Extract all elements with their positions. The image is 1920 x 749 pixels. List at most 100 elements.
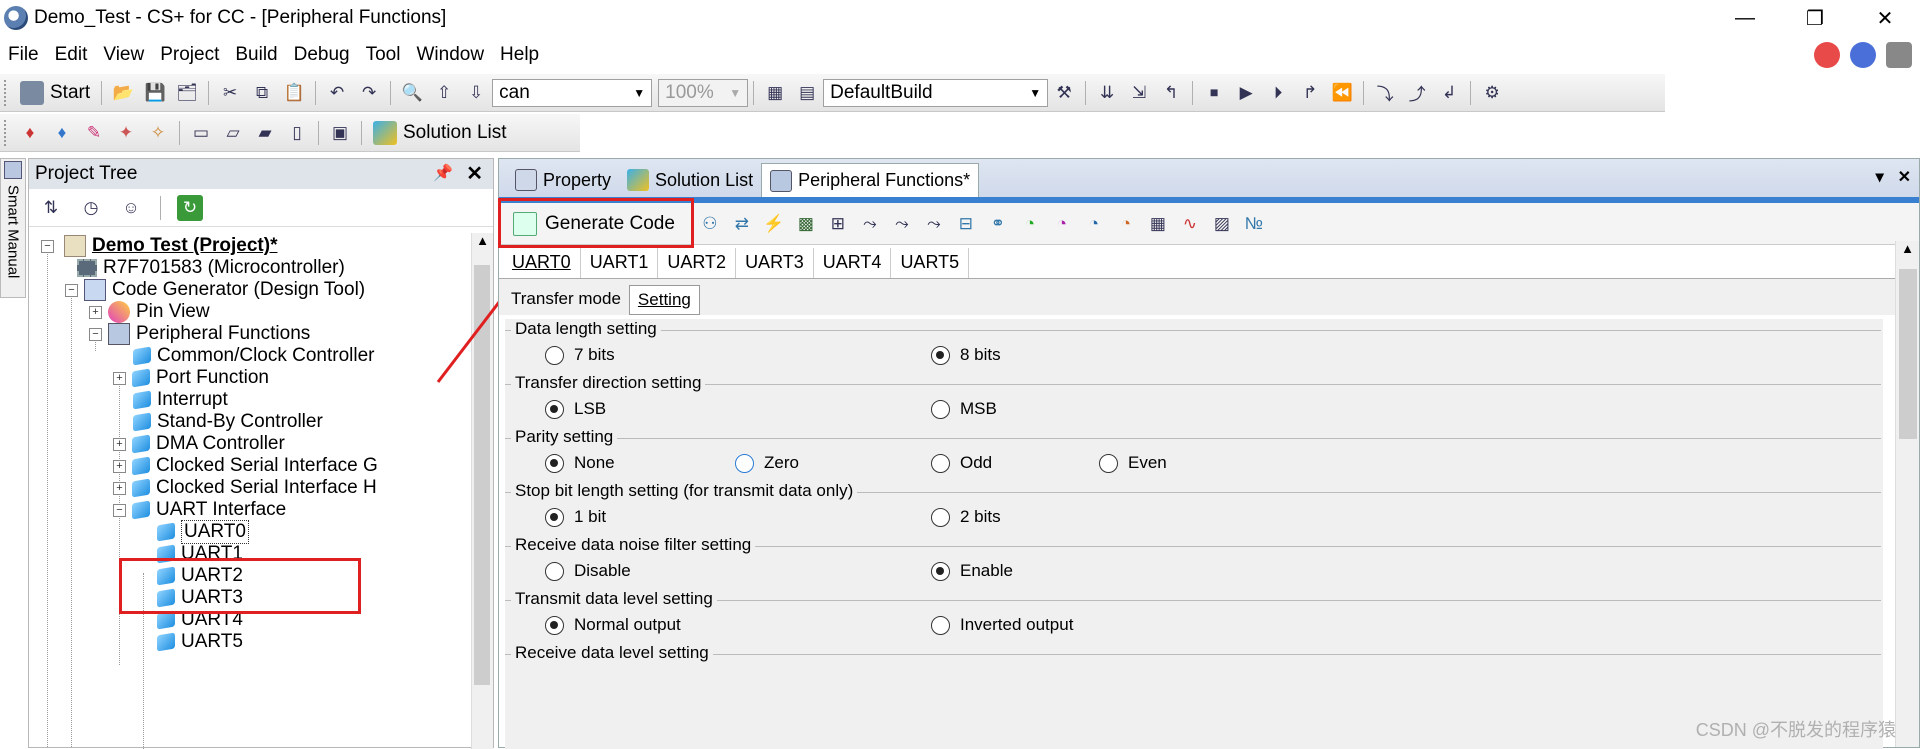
build-config-combo[interactable]: DefaultBuild ▼ <box>823 79 1048 107</box>
tab-uart3[interactable]: UART3 <box>736 248 814 278</box>
indent-icon[interactable]: ▰ <box>252 120 278 146</box>
wave-icon[interactable]: ∿ <box>1177 211 1203 237</box>
user-icon[interactable]: ☺ <box>118 195 144 221</box>
redo-icon[interactable]: ↷ <box>356 80 382 106</box>
serial2-icon[interactable]: ⤳ <box>889 211 915 237</box>
outdent-icon[interactable]: ▯ <box>284 120 310 146</box>
tab-peripheral-functions[interactable]: Peripheral Functions* <box>761 163 979 197</box>
step-in-icon[interactable]: ⤵ <box>1372 80 1398 106</box>
tab-property[interactable]: Property <box>507 163 619 197</box>
menu-debug[interactable]: Debug <box>286 44 358 66</box>
collapse-icon[interactable]: − <box>41 240 54 253</box>
menu-window[interactable]: Window <box>408 44 492 66</box>
expand-icon[interactable]: + <box>113 438 126 451</box>
save-all-icon[interactable]: 🗂 <box>174 80 200 106</box>
smart-manual-tab[interactable]: Smart Manual <box>0 158 26 298</box>
tab-uart4[interactable]: UART4 <box>814 248 892 278</box>
sort-icon[interactable]: ⇅ <box>38 195 64 221</box>
close-icon[interactable]: ✕ <box>466 161 483 186</box>
restart-icon[interactable]: ↰ <box>1158 80 1184 106</box>
off-icon[interactable] <box>1886 42 1912 68</box>
close-button[interactable]: ✕ <box>1850 0 1920 36</box>
open-icon[interactable]: 📂 <box>110 80 136 106</box>
radio-inverted-output[interactable]: Inverted output <box>931 615 1073 635</box>
step-out-icon[interactable]: ⤴ <box>1404 80 1430 106</box>
window-icon[interactable]: ▣ <box>327 120 353 146</box>
interrupt-icon[interactable]: ⚡ <box>761 211 787 237</box>
reset-icon[interactable]: ⚙ <box>1479 80 1505 106</box>
debug-icon[interactable]: ⇲ <box>1126 80 1152 106</box>
collapse-icon[interactable]: − <box>113 504 126 517</box>
tree-node-uart5[interactable]: UART5 <box>157 629 243 655</box>
radio-odd[interactable]: Odd <box>931 453 992 473</box>
menu-edit[interactable]: Edit <box>47 44 96 66</box>
radio-none[interactable]: None <box>545 453 615 473</box>
run-icon[interactable]: ▶ <box>1233 80 1259 106</box>
stop-icon[interactable]: ⏹ <box>1201 80 1227 106</box>
paste-icon[interactable]: 📋 <box>281 80 307 106</box>
menu-help[interactable]: Help <box>492 44 547 66</box>
refresh-icon[interactable]: ↻ <box>177 195 203 221</box>
expand-icon[interactable]: + <box>113 460 126 473</box>
nav-forward-icon[interactable]: ♦ <box>49 120 75 146</box>
timer4-icon[interactable]: ◔ <box>1113 211 1139 237</box>
uncomment-icon[interactable]: ▱ <box>220 120 246 146</box>
toolbar-grip[interactable] <box>4 120 8 146</box>
tab-uart5[interactable]: UART5 <box>891 248 969 278</box>
close-icon[interactable]: ✕ <box>1898 167 1911 187</box>
find-icon[interactable]: 🔍 <box>399 80 425 106</box>
panel-menu-icon[interactable]: ▾ <box>1876 167 1884 187</box>
collapse-icon[interactable]: − <box>65 284 78 297</box>
rewind-icon[interactable]: ⏪ <box>1329 80 1355 106</box>
adc-icon[interactable]: ▨ <box>1209 211 1235 237</box>
expand-icon[interactable]: + <box>89 306 102 319</box>
return-icon[interactable]: ↲ <box>1436 80 1462 106</box>
serial3-icon[interactable]: ⤳ <box>921 211 947 237</box>
download-icon[interactable]: ⇊ <box>1094 80 1120 106</box>
radio-7-bits[interactable]: 7 bits <box>545 345 615 365</box>
number-icon[interactable]: № <box>1241 211 1267 237</box>
copy-icon[interactable]: ⧉ <box>249 80 275 106</box>
collapse-icon[interactable]: − <box>89 328 102 341</box>
radio-lsb[interactable]: LSB <box>545 399 606 419</box>
bookmark-next-icon[interactable]: ✦ <box>113 120 139 146</box>
timer2-icon[interactable]: ◔ <box>1049 211 1075 237</box>
scroll-up-icon[interactable]: ▲ <box>472 233 493 255</box>
bookmark-icon[interactable]: ✎ <box>81 120 107 146</box>
clock-tree-icon[interactable]: ⚇ <box>697 211 723 237</box>
start-button[interactable]: Start <box>14 81 96 105</box>
serial-icon[interactable]: ⤳ <box>857 211 883 237</box>
step-icon[interactable]: ⏵ <box>1265 80 1291 106</box>
scroll-up-icon[interactable]: ▲ <box>1896 241 1919 256</box>
help-icon[interactable] <box>1850 42 1876 68</box>
table-icon[interactable]: ▦ <box>1145 211 1171 237</box>
chip-icon[interactable]: ▩ <box>793 211 819 237</box>
radio-normal-output[interactable]: Normal output <box>545 615 681 635</box>
comment-icon[interactable]: ▭ <box>188 120 214 146</box>
step-over-icon[interactable]: ↱ <box>1297 80 1323 106</box>
tab-setting[interactable]: Setting <box>629 285 700 315</box>
tab-uart0[interactable]: UART0 <box>503 248 581 278</box>
tab-uart2[interactable]: UART2 <box>658 248 736 278</box>
bus-icon[interactable]: ⊟ <box>953 211 979 237</box>
radio-disable[interactable]: Disable <box>545 561 631 581</box>
link-icon[interactable]: ⚭ <box>985 211 1011 237</box>
find-prev-icon[interactable]: ⇧ <box>431 80 457 106</box>
save-icon[interactable]: 💾 <box>142 80 168 106</box>
menu-build[interactable]: Build <box>227 44 285 66</box>
timer-icon[interactable]: ◔ <box>1017 211 1043 237</box>
menu-view[interactable]: View <box>95 44 152 66</box>
timer3-icon[interactable]: ◔ <box>1081 211 1107 237</box>
radio-1-bit[interactable]: 1 bit <box>545 507 606 527</box>
search-combo[interactable]: can ▼ <box>492 79 652 107</box>
dma-icon[interactable]: ⊞ <box>825 211 851 237</box>
radio-8-bits[interactable]: 8 bits <box>931 345 1001 365</box>
radio-enable[interactable]: Enable <box>931 561 1013 581</box>
scroll-thumb[interactable] <box>1899 269 1917 439</box>
hammer-icon[interactable]: ⚒ <box>1051 80 1077 106</box>
toolbar-grip[interactable] <box>4 80 8 106</box>
undo-icon[interactable]: ↶ <box>324 80 350 106</box>
tab-transfer-mode[interactable]: Transfer mode <box>503 285 629 315</box>
clock-icon[interactable]: ◷ <box>78 195 104 221</box>
radio-msb[interactable]: MSB <box>931 399 997 419</box>
